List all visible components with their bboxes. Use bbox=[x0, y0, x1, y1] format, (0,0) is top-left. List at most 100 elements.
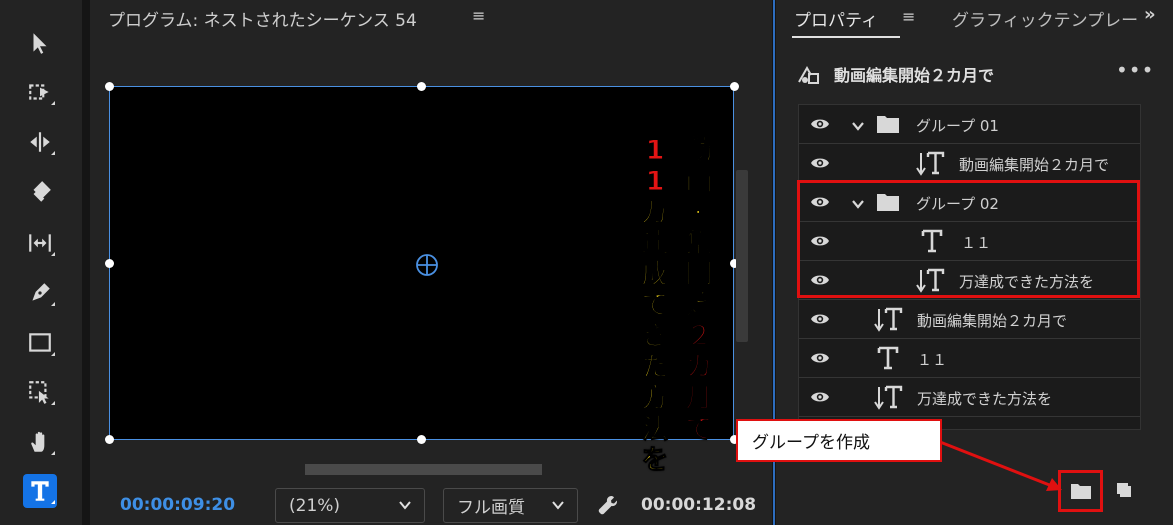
hand-tool[interactable] bbox=[23, 425, 57, 459]
vertical-char: 1 bbox=[645, 166, 665, 198]
eye-icon[interactable] bbox=[810, 155, 830, 171]
layer-row[interactable]: 動画編集開始２カ月で bbox=[799, 144, 1140, 183]
transform-tool[interactable] bbox=[23, 375, 57, 409]
arrow-icon bbox=[33, 33, 47, 54]
slip-tool[interactable] bbox=[23, 226, 57, 260]
new-item-icon[interactable] bbox=[1114, 480, 1134, 500]
resize-handle-top[interactable] bbox=[417, 82, 426, 91]
chevron-down-icon bbox=[399, 501, 411, 510]
resize-handle-bottom-left[interactable] bbox=[105, 435, 114, 444]
razor-icon bbox=[33, 181, 51, 202]
slip-icon bbox=[29, 234, 51, 252]
tab-overflow-icon[interactable]: » bbox=[1144, 4, 1156, 25]
vertical-char: 万 bbox=[641, 197, 669, 229]
eye-icon[interactable] bbox=[810, 389, 830, 405]
duration-timecode: 00:00:12:08 bbox=[641, 495, 757, 515]
tab-graphic-templates[interactable]: グラフィックテンプレート bbox=[952, 6, 1138, 31]
horizontal-scrollbar[interactable] bbox=[305, 464, 542, 475]
pen-tool[interactable] bbox=[23, 276, 57, 310]
resize-handle-top-right[interactable] bbox=[730, 82, 739, 91]
vertical-char: 成 bbox=[641, 259, 669, 291]
folder-icon bbox=[1070, 484, 1091, 499]
vertical-char: 開 bbox=[685, 259, 713, 291]
vertical-text-layer-icon bbox=[873, 384, 903, 410]
vertical-char: 編 bbox=[685, 197, 713, 229]
resize-handle-top-left[interactable] bbox=[105, 82, 114, 91]
tab-properties[interactable]: プロパティ bbox=[794, 6, 878, 31]
video-canvas[interactable]: 動画編集開始２カ月で 11万達成できた方法を bbox=[105, 82, 739, 477]
type-tool[interactable] bbox=[23, 474, 57, 508]
properties-header: 動画編集開始２カ月で ••• bbox=[796, 58, 1156, 88]
type-icon bbox=[31, 481, 49, 501]
zoom-level-value: (21%) bbox=[289, 495, 341, 516]
resize-handle-left[interactable] bbox=[105, 259, 114, 268]
rectangle-tool[interactable] bbox=[23, 326, 57, 360]
current-timecode[interactable]: 00:00:09:20 bbox=[120, 495, 235, 515]
panel-menu-icon[interactable]: ≡ bbox=[902, 7, 915, 26]
layer-row[interactable]: グループ 01 bbox=[799, 105, 1140, 144]
vertical-char: 動 bbox=[685, 135, 713, 167]
vertical-char: 画 bbox=[685, 166, 713, 198]
vertical-char: 達 bbox=[641, 228, 669, 260]
layer-label: １１ bbox=[917, 351, 948, 369]
anchor-point-icon[interactable] bbox=[415, 253, 439, 277]
razor-tool[interactable] bbox=[23, 175, 57, 209]
vertical-title-text: 動画編集開始２カ月で bbox=[684, 135, 714, 446]
eye-icon[interactable] bbox=[810, 311, 830, 327]
text-layer-icon bbox=[873, 345, 903, 371]
playback-quality-value: フル画質 bbox=[457, 498, 525, 518]
zoom-level-select[interactable]: (21%) bbox=[275, 488, 425, 523]
hand-icon bbox=[31, 431, 45, 452]
tools-panel bbox=[0, 0, 82, 525]
annotation-callout: グループを作成 bbox=[736, 419, 942, 462]
vertical-char: で bbox=[641, 290, 669, 322]
vertical-char: た bbox=[641, 352, 669, 384]
selected-layer-title: 動画編集開始２カ月で bbox=[834, 66, 995, 85]
annotation-highlight-box bbox=[797, 180, 1140, 298]
layer-row[interactable]: １１ bbox=[799, 339, 1140, 378]
vertical-char: 1 bbox=[645, 135, 665, 167]
vertical-char: 集 bbox=[685, 228, 713, 260]
vertical-char: で bbox=[685, 414, 713, 446]
vertical-subtitle-text: 11万達成できた方法を bbox=[640, 135, 670, 477]
vertical-char: を bbox=[641, 445, 669, 477]
layer-row[interactable]: 動画編集開始２カ月で bbox=[799, 300, 1140, 339]
panel-gutter bbox=[82, 0, 90, 525]
eye-icon[interactable] bbox=[810, 350, 830, 366]
shape-text-icon bbox=[798, 65, 819, 84]
eye-icon[interactable] bbox=[810, 116, 830, 132]
layer-label: 万達成できた方法を bbox=[917, 390, 1053, 408]
wrench-icon[interactable] bbox=[597, 494, 621, 518]
chevron-down-icon[interactable] bbox=[851, 118, 865, 132]
playback-quality-select[interactable]: フル画質 bbox=[443, 488, 578, 523]
vertical-char: き bbox=[641, 321, 669, 353]
rectangle-icon bbox=[29, 333, 51, 352]
more-options-icon[interactable]: ••• bbox=[1116, 58, 1154, 82]
ripple-edit-tool[interactable] bbox=[23, 125, 57, 159]
transform-icon bbox=[29, 381, 49, 404]
pen-icon bbox=[32, 283, 50, 301]
vertical-char: ２ bbox=[685, 321, 713, 353]
layer-row[interactable]: 万達成できた方法を bbox=[799, 378, 1140, 417]
layer-label: 動画編集開始２カ月で bbox=[917, 312, 1068, 330]
vertical-char: カ bbox=[685, 352, 713, 384]
program-monitor-title[interactable]: プログラム: ネストされたシーケンス 54 bbox=[108, 6, 417, 31]
vertical-char: 方 bbox=[641, 383, 669, 415]
resize-handle-bottom[interactable] bbox=[417, 435, 426, 444]
create-group-button[interactable] bbox=[1058, 470, 1103, 512]
program-menu-icon[interactable]: ≡ bbox=[472, 6, 485, 25]
vertical-scrollbar[interactable] bbox=[736, 170, 748, 342]
vertical-char: 法 bbox=[641, 414, 669, 446]
program-monitor: プログラム: ネストされたシーケンス 54 ≡ 動画編集開始２カ月で 11万達成… bbox=[90, 0, 772, 525]
active-tab-indicator bbox=[792, 36, 900, 38]
track-select-tool[interactable] bbox=[23, 75, 57, 109]
folder-icon bbox=[876, 114, 900, 134]
vertical-char: 月 bbox=[685, 383, 713, 415]
layer-label: グループ 01 bbox=[916, 117, 999, 135]
vertical-char: 始 bbox=[685, 290, 713, 322]
layer-label: 動画編集開始２カ月で bbox=[959, 156, 1110, 174]
selection-tool[interactable] bbox=[23, 26, 57, 60]
track-select-icon bbox=[29, 84, 49, 100]
vertical-text-layer-icon bbox=[915, 150, 945, 176]
chevron-down-icon bbox=[552, 501, 564, 510]
